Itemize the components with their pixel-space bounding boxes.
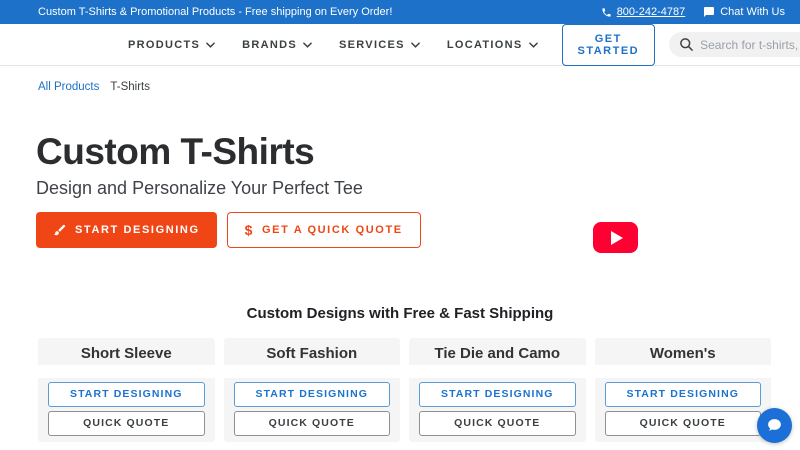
promo-text: Custom T-Shirts & Promotional Products -… <box>38 6 393 18</box>
main-nav: PRODUCTS BRANDS SERVICES LOCATIONS GET S… <box>0 23 800 66</box>
card-title: Women's <box>649 345 716 362</box>
chevron-down-icon <box>206 41 215 48</box>
nav-item-services[interactable]: SERVICES <box>339 39 420 51</box>
chat-bubble-icon <box>703 6 715 18</box>
breadcrumb: All Products T-Shirts <box>0 66 800 93</box>
card-quick-quote-button[interactable]: QUICK QUOTE <box>48 411 205 436</box>
card-title: Short Sleeve <box>80 345 172 362</box>
card-title: Tie Die and Camo <box>434 345 561 362</box>
get-started-button[interactable]: GET STARTED <box>561 23 656 66</box>
card-image-placeholder <box>223 365 400 378</box>
nav-menu: PRODUCTS BRANDS SERVICES LOCATIONS <box>128 39 538 51</box>
card-image-placeholder <box>38 365 215 378</box>
nav-item-label: PRODUCTS <box>128 38 201 51</box>
quick-quote-label: GET A QUICK QUOTE <box>262 224 403 236</box>
youtube-play-button[interactable] <box>593 222 638 253</box>
chevron-down-icon <box>528 41 538 48</box>
card-quick-quote-button[interactable]: QUICK QUOTE <box>604 411 761 436</box>
hero-cta-row: START DESIGNING $ GET A QUICK QUOTE <box>36 212 800 248</box>
nav-item-products[interactable]: PRODUCTS <box>128 39 215 51</box>
chat-with-us-link[interactable]: Chat With Us <box>703 6 785 18</box>
play-icon <box>611 230 623 245</box>
section-title: Custom Designs with Free & Fast Shipping <box>246 305 554 322</box>
start-designing-label: START DESIGNING <box>75 224 200 236</box>
page-title: Custom T-Shirts <box>36 131 315 172</box>
chevron-down-icon <box>411 41 420 48</box>
quick-quote-button[interactable]: $ GET A QUICK QUOTE <box>226 212 421 248</box>
category-cards-row1: Short Sleeve START DESIGNING QUICK QUOTE… <box>38 338 771 442</box>
card-image-placeholder <box>409 365 586 378</box>
phone-link[interactable]: 800-242-4787 <box>601 6 686 18</box>
breadcrumb-all-products[interactable]: All Products <box>38 81 99 93</box>
card-start-designing-button[interactable]: START DESIGNING <box>233 382 390 407</box>
start-designing-button[interactable]: START DESIGNING <box>36 212 217 248</box>
hero-section: Custom T-Shirts Design and Personalize Y… <box>0 93 800 253</box>
page: Custom T-Shirts & Promotional Products -… <box>0 0 800 450</box>
card-start-designing-button[interactable]: START DESIGNING <box>48 382 205 407</box>
phone-number: 800-242-4787 <box>616 6 686 18</box>
magnifier-icon <box>679 37 694 52</box>
chat-label: Chat With Us <box>720 6 785 18</box>
hero-subtitle: Design and Personalize Your Perfect Tee <box>36 178 363 198</box>
card-womens: Women's START DESIGNING QUICK QUOTE <box>594 338 771 442</box>
announcement-bar: Custom T-Shirts & Promotional Products -… <box>0 0 800 24</box>
card-title: Soft Fashion <box>266 345 358 362</box>
card-image-placeholder <box>594 365 771 378</box>
nav-item-locations[interactable]: LOCATIONS <box>447 39 538 51</box>
dollar-icon: $ <box>244 222 255 238</box>
card-quick-quote-button[interactable]: QUICK QUOTE <box>233 411 390 436</box>
chat-widget-button[interactable] <box>757 408 792 443</box>
card-start-designing-button[interactable]: START DESIGNING <box>419 382 576 407</box>
topbar-right: 800-242-4787 Chat With Us <box>601 6 785 18</box>
breadcrumb-current: T-Shirts <box>110 81 150 93</box>
card-soft-fashion: Soft Fashion START DESIGNING QUICK QUOTE <box>223 338 400 442</box>
paintbrush-icon <box>53 223 67 237</box>
nav-item-label: LOCATIONS <box>446 38 523 51</box>
nav-item-label: SERVICES <box>338 38 405 51</box>
chat-bubble-icon <box>766 417 783 434</box>
card-quick-quote-button[interactable]: QUICK QUOTE <box>419 411 576 436</box>
nav-item-label: BRANDS <box>242 38 297 51</box>
search-input[interactable] <box>700 37 800 52</box>
phone-icon <box>601 7 612 18</box>
card-start-designing-button[interactable]: START DESIGNING <box>604 382 761 407</box>
search-bar[interactable] <box>669 32 800 57</box>
card-tie-die-and-camo: Tie Die and Camo START DESIGNING QUICK Q… <box>409 338 586 442</box>
card-short-sleeve: Short Sleeve START DESIGNING QUICK QUOTE <box>38 338 215 442</box>
nav-item-brands[interactable]: BRANDS <box>242 39 312 51</box>
chevron-down-icon <box>303 41 312 48</box>
